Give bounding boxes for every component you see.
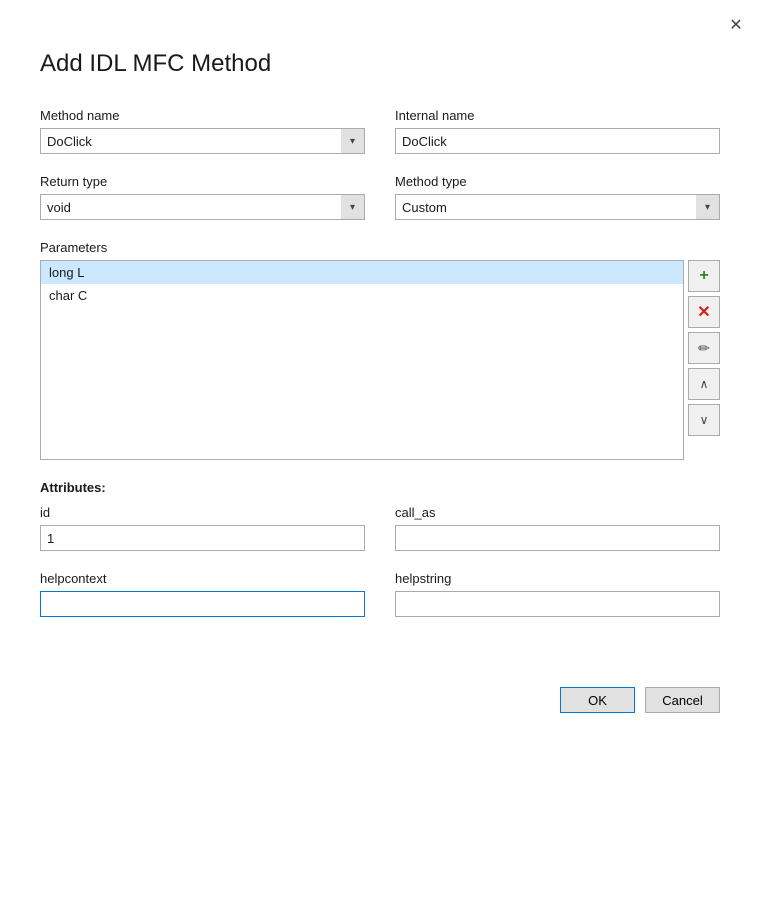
dialog-footer: OK Cancel xyxy=(0,687,760,713)
return-type-group: Return type void ▾ xyxy=(40,174,365,220)
method-type-label: Method type xyxy=(395,174,720,189)
row-id-call-as: id call_as xyxy=(40,505,720,551)
close-button[interactable]: ✕ xyxy=(724,13,748,37)
row-return-method: Return type void ▾ Method type Custom ▾ xyxy=(40,174,720,220)
method-name-label: Method name xyxy=(40,108,365,123)
edit-param-button[interactable]: ✏ xyxy=(688,332,720,364)
internal-name-label: Internal name xyxy=(395,108,720,123)
dialog-content: Add IDL MFC Method Method name DoClick ▾… xyxy=(0,40,760,667)
down-arrow-icon: ∨ xyxy=(700,413,709,427)
method-type-group: Method type Custom ▾ xyxy=(395,174,720,220)
return-type-select[interactable]: void xyxy=(40,194,365,220)
list-item[interactable]: char C xyxy=(41,284,683,307)
method-name-group: Method name DoClick ▾ xyxy=(40,108,365,154)
return-type-label: Return type xyxy=(40,174,365,189)
call-as-group: call_as xyxy=(395,505,720,551)
up-arrow-icon: ∧ xyxy=(700,377,709,391)
method-name-select[interactable]: DoClick xyxy=(40,128,365,154)
call-as-label: call_as xyxy=(395,505,720,520)
ok-button[interactable]: OK xyxy=(560,687,635,713)
row-method-internal: Method name DoClick ▾ Internal name xyxy=(40,108,720,154)
method-type-select[interactable]: Custom xyxy=(395,194,720,220)
internal-name-group: Internal name xyxy=(395,108,720,154)
helpcontext-input[interactable] xyxy=(40,591,365,617)
method-type-select-wrapper: Custom ▾ xyxy=(395,194,720,220)
remove-param-button[interactable]: ✕ xyxy=(688,296,720,328)
move-down-button[interactable]: ∨ xyxy=(688,404,720,436)
add-param-button[interactable]: + xyxy=(688,260,720,292)
id-label: id xyxy=(40,505,365,520)
remove-icon: ✕ xyxy=(697,302,710,322)
attributes-label: Attributes: xyxy=(40,480,720,495)
helpcontext-group: helpcontext xyxy=(40,571,365,617)
row-helpcontext-helpstring: helpcontext helpstring xyxy=(40,571,720,617)
title-bar: ✕ xyxy=(0,0,760,40)
dialog-title: Add IDL MFC Method xyxy=(40,50,720,78)
helpstring-group: helpstring xyxy=(395,571,720,617)
param-buttons: + ✕ ✏ ∧ ∨ xyxy=(688,260,720,460)
parameters-container: long Lchar C + ✕ ✏ ∧ ∨ xyxy=(40,260,720,460)
method-name-select-wrapper: DoClick ▾ xyxy=(40,128,365,154)
id-input[interactable] xyxy=(40,525,365,551)
return-type-select-wrapper: void ▾ xyxy=(40,194,365,220)
internal-name-input[interactable] xyxy=(395,128,720,154)
dialog: ✕ Add IDL MFC Method Method name DoClick… xyxy=(0,0,760,909)
helpcontext-label: helpcontext xyxy=(40,571,365,586)
list-item[interactable]: long L xyxy=(41,261,683,284)
parameters-section: Parameters long Lchar C + ✕ ✏ ∧ xyxy=(40,240,720,460)
add-icon: + xyxy=(699,267,708,285)
cancel-button[interactable]: Cancel xyxy=(645,687,720,713)
attributes-section: Attributes: id call_as helpcontext helps… xyxy=(40,480,720,617)
call-as-input[interactable] xyxy=(395,525,720,551)
parameters-list[interactable]: long Lchar C xyxy=(40,260,684,460)
helpstring-input[interactable] xyxy=(395,591,720,617)
parameters-label: Parameters xyxy=(40,240,720,255)
edit-icon: ✏ xyxy=(698,340,710,357)
helpstring-label: helpstring xyxy=(395,571,720,586)
id-group: id xyxy=(40,505,365,551)
move-up-button[interactable]: ∧ xyxy=(688,368,720,400)
close-icon: ✕ xyxy=(729,15,742,35)
